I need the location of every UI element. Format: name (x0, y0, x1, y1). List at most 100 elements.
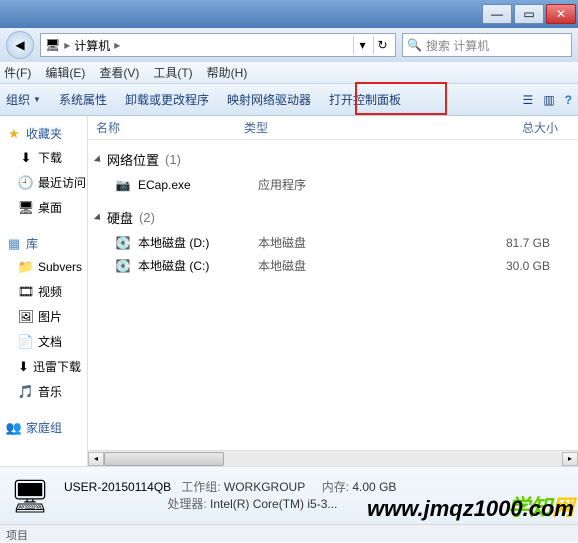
organize-button[interactable]: 组织▼ (6, 91, 41, 108)
drive-icon: 💽 (114, 235, 132, 251)
item-size: 81.7 GB (438, 236, 570, 250)
cpu-value: Intel(R) Core(TM) i5-3... (210, 497, 337, 511)
list-item[interactable]: 📷 ECap.exe应用程序 (96, 173, 570, 196)
column-size[interactable]: 总大小 (424, 119, 578, 136)
column-type[interactable]: 类型 (244, 119, 424, 136)
item-size: 30.0 GB (438, 259, 570, 273)
menu-file[interactable]: 件(F) (4, 64, 31, 81)
back-icon: ◀ (15, 38, 24, 52)
expand-icon (94, 155, 103, 164)
group-count: (1) (165, 152, 181, 167)
memory-value: 4.00 GB (352, 480, 396, 494)
sidebar-item-label: 桌面 (38, 199, 62, 216)
sidebar-item[interactable]: ⬇下载 (4, 145, 83, 170)
search-icon: 🔍 (407, 38, 422, 52)
system-properties-button[interactable]: 系统属性 (59, 91, 107, 108)
sidebar-item-label: 迅雷下载 (33, 358, 81, 375)
item-name: 本地磁盘 (D:) (138, 234, 258, 251)
uninstall-programs-button[interactable]: 卸载或更改程序 (125, 91, 209, 108)
item-name: 本地磁盘 (C:) (138, 257, 258, 274)
group-count: (2) (139, 210, 155, 225)
sidebar-item[interactable]: 📁 Subvers (4, 255, 83, 279)
sidebar-item[interactable]: 🖥桌面 (4, 195, 83, 220)
breadcrumb[interactable]: 🖥 ▸ 计算机 ▸ ▾ ↻ (40, 33, 396, 57)
sidebar-item-label: 视频 (38, 283, 62, 300)
nav-back-button[interactable]: ◀ (6, 31, 34, 59)
help-button[interactable]: ? (565, 93, 572, 107)
view-mode-button[interactable]: ☰ (523, 93, 534, 107)
group-header[interactable]: 硬盘 (2) (96, 204, 570, 231)
menu-view[interactable]: 查看(V) (99, 64, 139, 81)
horizontal-scrollbar[interactable]: ◂ ▸ (88, 450, 578, 466)
breadcrumb-computer[interactable]: 计算机 (74, 37, 110, 54)
scroll-track[interactable] (104, 452, 562, 466)
chevron-down-icon: ▾ (359, 38, 365, 52)
refresh-button[interactable]: ↻ (373, 36, 391, 54)
toolbar: 组织▼ 系统属性 卸载或更改程序 映射网络驱动器 打开控制面板 ☰ ▥ ? (0, 84, 578, 116)
sidebar-item[interactable]: 🎞视频 (4, 279, 83, 304)
group-title: 硬盘 (107, 208, 133, 227)
preview-pane-button[interactable]: ▥ (543, 93, 554, 107)
download-icon: ⬇ (18, 150, 34, 166)
cpu-label: 处理器: (167, 497, 206, 511)
search-placeholder: 搜索 计算机 (426, 37, 489, 54)
group-header[interactable]: 网络位置 (1) (96, 146, 570, 173)
map-network-drive-button[interactable]: 映射网络驱动器 (227, 91, 311, 108)
sidebar-item[interactable]: ⬇迅雷下载 (4, 354, 83, 379)
scroll-thumb[interactable] (104, 452, 224, 466)
drive-icon: 💽 (114, 258, 132, 274)
computer-icon: 🖥 (45, 38, 60, 52)
window-titlebar: — ▭ ✕ (0, 0, 578, 28)
sidebar-item-label: 下载 (38, 149, 62, 166)
star-icon: ★ (6, 126, 22, 142)
chevron-down-icon: ▼ (33, 95, 41, 104)
thunder-icon: ⬇ (18, 359, 29, 375)
app-icon: 📷 (114, 177, 132, 193)
sidebar-item-label: 图片 (38, 308, 62, 325)
sidebar-item-label: 最近访问 (38, 174, 86, 191)
list-item[interactable]: 💽 本地磁盘 (D:)本地磁盘81.7 GB (96, 231, 570, 254)
sidebar-item[interactable]: 🖼图片 (4, 304, 83, 329)
music-icon: 🎵 (18, 384, 34, 400)
folder-icon: 📁 (18, 259, 34, 275)
status-text: 项目 (6, 530, 28, 542)
sidebar-favorites[interactable]: ★收藏夹 (4, 122, 83, 145)
memory-label: 内存: (322, 480, 349, 494)
open-control-panel-button[interactable]: 打开控制面板 (329, 91, 401, 108)
sidebar-item[interactable]: 📄文档 (4, 329, 83, 354)
close-button[interactable]: ✕ (546, 4, 576, 24)
sidebar-item-label: 文档 (38, 333, 62, 350)
list-item[interactable]: 💽 本地磁盘 (C:)本地磁盘30.0 GB (96, 254, 570, 277)
sidebar-homegroup[interactable]: 👥家庭组 (4, 416, 83, 439)
sidebar-libraries[interactable]: ▦库 (4, 232, 83, 255)
workgroup-label: 工作组: (181, 480, 220, 494)
pictures-icon: 🖼 (18, 309, 34, 325)
refresh-icon: ↻ (377, 38, 387, 52)
scroll-left-button[interactable]: ◂ (88, 452, 104, 466)
minimize-button[interactable]: — (482, 4, 512, 24)
item-type: 本地磁盘 (258, 257, 438, 274)
menu-tools[interactable]: 工具(T) (153, 64, 192, 81)
menu-help[interactable]: 帮助(H) (207, 64, 248, 81)
menu-edit[interactable]: 编辑(E) (45, 64, 85, 81)
breadcrumb-sep: ▸ (60, 38, 74, 52)
scroll-right-button[interactable]: ▸ (562, 452, 578, 466)
address-dropdown-button[interactable]: ▾ (353, 36, 371, 54)
maximize-button[interactable]: ▭ (514, 4, 544, 24)
status-bar: 项目 (0, 524, 578, 542)
item-type: 本地磁盘 (258, 234, 438, 251)
column-name[interactable]: 名称 (96, 119, 244, 136)
documents-icon: 📄 (18, 334, 34, 350)
sidebar-item-label: 音乐 (38, 383, 62, 400)
sidebar-item-label: Subvers (38, 260, 82, 274)
computer-name: USER-20150114QB (64, 480, 171, 494)
search-input[interactable]: 🔍 搜索 计算机 (402, 33, 572, 57)
workgroup-value: WORKGROUP (224, 480, 305, 494)
column-headers: 名称 类型 总大小 (88, 116, 578, 140)
sidebar-item[interactable]: 🎵音乐 (4, 379, 83, 404)
desktop-icon: 🖥 (18, 200, 34, 216)
item-type: 应用程序 (258, 176, 438, 193)
sidebar-item[interactable]: 🕘最近访问 (4, 170, 83, 195)
item-name: ECap.exe (138, 178, 258, 192)
library-icon: ▦ (6, 236, 22, 252)
